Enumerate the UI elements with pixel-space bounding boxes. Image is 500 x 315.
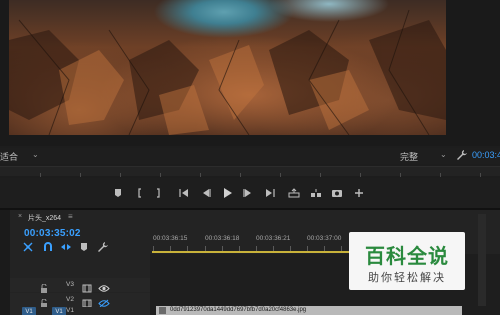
timeline-scrollbar[interactable] — [478, 214, 486, 306]
ruler-label: 00:03:36:21 — [256, 235, 291, 242]
timeline-settings-wrench-icon[interactable] — [97, 240, 109, 252]
timeline-tools — [22, 240, 122, 254]
wrench-icon[interactable] — [456, 149, 468, 161]
eye-hidden-icon[interactable] — [98, 295, 110, 308]
step-back-icon[interactable] — [199, 186, 213, 200]
snap-icon[interactable] — [42, 240, 54, 252]
track-target-v1[interactable]: V1 — [52, 307, 66, 315]
timeline-tab-row: × 片头_x264 ≡ — [10, 210, 500, 224]
chevron-down-icon: ⌄ — [440, 150, 447, 159]
chevron-down-icon: ⌄ — [32, 150, 39, 159]
tools-rail — [0, 210, 10, 315]
go-to-out-icon[interactable] — [263, 186, 277, 200]
quality-dropdown-label: 完整 — [400, 152, 419, 162]
export-frame-icon[interactable] — [330, 186, 344, 200]
marker-icon[interactable] — [111, 186, 125, 200]
linked-selection-icon[interactable] — [60, 240, 72, 252]
rock-landscape-image — [9, 9, 446, 135]
fit-dropdown[interactable]: 适合 ⌄ — [0, 150, 42, 162]
ruler-label: 00:03:36:15 — [153, 235, 188, 242]
source-patch-v1[interactable]: V1 — [22, 307, 36, 315]
close-icon[interactable]: × — [18, 213, 22, 220]
play-icon[interactable] — [220, 186, 234, 200]
video-preview[interactable] — [9, 0, 446, 135]
track-name: V1 — [66, 307, 74, 314]
track-name: V3 — [66, 281, 74, 288]
fit-dropdown-label: 适合 — [0, 152, 19, 162]
out-point-icon[interactable] — [151, 186, 165, 200]
add-button-icon[interactable] — [352, 186, 366, 200]
lock-icon[interactable] — [40, 295, 48, 308]
step-forward-icon[interactable] — [241, 186, 255, 200]
fx-badge-icon — [159, 307, 166, 314]
sequence-tab[interactable]: 片头_x264 — [28, 213, 61, 223]
watermark-title: 百科全说 — [365, 246, 449, 268]
extract-icon[interactable] — [309, 186, 323, 200]
ruler-label: 00:03:37:00 — [307, 235, 342, 242]
ruler-label: 00:03:36:18 — [205, 235, 240, 242]
track-header-v3: V3 — [10, 278, 150, 293]
menu-icon[interactable]: ≡ — [68, 212, 73, 221]
playhead-timecode[interactable]: 00:03:4 — [472, 150, 500, 160]
sync-lock-icon[interactable] — [82, 295, 92, 308]
add-marker-icon[interactable] — [78, 240, 90, 252]
nest-icon[interactable] — [22, 240, 34, 252]
transport-controls — [0, 178, 500, 208]
clip-name: 0dd79123970da1449dd7697bfb7d0a20cf4863e.… — [170, 307, 307, 313]
program-monitor — [0, 0, 500, 146]
in-point-icon[interactable] — [133, 186, 147, 200]
go-to-in-icon[interactable] — [177, 186, 191, 200]
watermark-logo: 百科全说 助你轻松解决 — [349, 232, 465, 290]
work-area-bar[interactable] — [152, 251, 350, 253]
monitor-scrubber[interactable] — [0, 166, 500, 177]
eye-icon[interactable] — [98, 280, 110, 292]
track-name: V2 — [66, 296, 74, 303]
monitor-controls-bar: 适合 ⌄ 完整 ⌄ 00:03:4 — [0, 148, 500, 164]
watermark-subtitle: 助你轻松解决 — [368, 272, 446, 284]
sequence-timecode[interactable]: 00:03:35:02 — [24, 228, 81, 239]
quality-dropdown[interactable]: 完整 ⌄ — [400, 150, 450, 162]
track-header-v2: V2 — [10, 293, 150, 308]
lock-icon[interactable] — [40, 280, 48, 293]
sync-lock-icon[interactable] — [82, 280, 92, 293]
lift-icon[interactable] — [287, 186, 301, 200]
timeline-clip[interactable]: 0dd79123970da1449dd7697bfb7d0a20cf4863e.… — [156, 306, 462, 315]
